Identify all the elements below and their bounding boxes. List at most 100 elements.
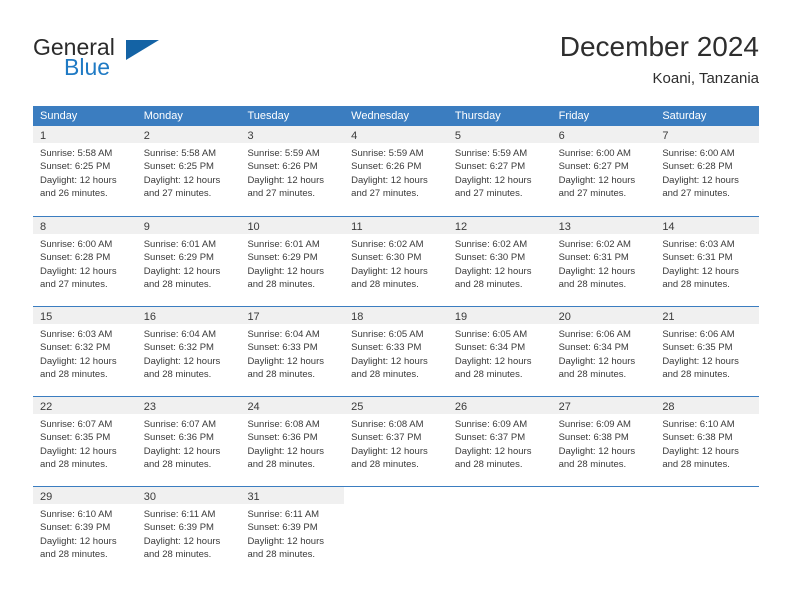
day-details: Sunrise: 6:06 AM Sunset: 6:35 PM Daylight:… bbox=[655, 324, 759, 382]
day-details: Sunrise: 6:02 AM Sunset: 6:31 PM Daylight:… bbox=[552, 234, 656, 292]
day-detail-line: Sunset: 6:32 PM bbox=[143, 342, 214, 354]
day-detail-line: Sunrise: 5:59 AM bbox=[454, 148, 528, 159]
day-number: 3 bbox=[247, 130, 254, 142]
week-row: 1 Sunrise: 5:58 AM Sunset: 6:25 PM Daylight… bbox=[33, 126, 760, 216]
day-number-band: 17 bbox=[240, 307, 345, 324]
day-number: 19 bbox=[454, 311, 468, 323]
day-cell[interactable]: 7 Sunrise: 6:00 AM Sunset: 6:28 PM Daylight… bbox=[655, 126, 760, 216]
day-cell[interactable]: 19 Sunrise: 6:05 AM Sunset: 6:34 PM Dayligh… bbox=[447, 307, 552, 396]
day-details: Sunrise: 5:58 AM Sunset: 6:25 PM Daylight:… bbox=[137, 143, 241, 201]
day-cell[interactable]: 13 Sunrise: 6:02 AM Sunset: 6:31 PM Dayligh… bbox=[551, 217, 656, 306]
day-detail-line: and 28 minutes. bbox=[454, 459, 523, 471]
day-detail-line: Sunrise: 6:02 AM bbox=[454, 239, 528, 250]
day-details: Sunrise: 6:02 AM Sunset: 6:30 PM Daylight:… bbox=[344, 234, 448, 292]
day-cell[interactable]: 2 Sunrise: 5:58 AM Sunset: 6:25 PM Daylight… bbox=[136, 126, 241, 216]
day-detail-line: and 28 minutes. bbox=[662, 459, 730, 471]
day-cell[interactable]: 12 Sunrise: 6:02 AM Sunset: 6:30 PM Dayligh… bbox=[447, 217, 552, 306]
day-number: 31 bbox=[247, 491, 260, 503]
day-number-band: 18 bbox=[344, 307, 448, 324]
day-detail-line: and 28 minutes. bbox=[351, 279, 419, 291]
day-detail-line: Sunset: 6:36 PM bbox=[247, 432, 318, 444]
day-number: 7 bbox=[662, 130, 669, 142]
day-detail-line: and 28 minutes. bbox=[454, 369, 523, 381]
day-detail-line: and 27 minutes. bbox=[351, 188, 419, 200]
day-details: Sunrise: 6:06 AM Sunset: 6:34 PM Daylight:… bbox=[552, 324, 656, 382]
day-cell[interactable]: 14 Sunrise: 6:03 AM Sunset: 6:31 PM Dayligh… bbox=[655, 217, 760, 306]
day-number: 11 bbox=[351, 221, 363, 233]
day-cell[interactable]: 18 Sunrise: 6:05 AM Sunset: 6:33 PM Dayligh… bbox=[344, 307, 448, 396]
day-number: 12 bbox=[454, 221, 468, 233]
day-cell-empty bbox=[655, 487, 759, 576]
day-cell[interactable]: 11 Sunrise: 6:02 AM Sunset: 6:30 PM Dayligh… bbox=[344, 217, 448, 306]
day-detail-line: Daylight: 12 hours bbox=[351, 445, 428, 457]
day-number: 24 bbox=[247, 401, 260, 413]
day-detail-line: Sunrise: 6:05 AM bbox=[351, 329, 424, 340]
weekday-header-wednesday: Wednesday bbox=[351, 110, 410, 122]
day-number: 30 bbox=[143, 491, 156, 503]
day-detail-line: Sunrise: 6:11 AM bbox=[247, 509, 320, 520]
day-detail-line: Sunrise: 6:02 AM bbox=[351, 239, 424, 250]
day-cell[interactable]: 15 Sunrise: 6:03 AM Sunset: 6:32 PM Dayligh… bbox=[33, 307, 137, 396]
day-cell[interactable]: 17 Sunrise: 6:04 AM Sunset: 6:33 PM Dayligh… bbox=[240, 307, 345, 396]
day-cell[interactable]: 30 Sunrise: 6:11 AM Sunset: 6:39 PM Dayligh… bbox=[136, 487, 241, 576]
day-details: Sunrise: 6:10 AM Sunset: 6:38 PM Daylight:… bbox=[655, 414, 759, 472]
day-detail-line: and 27 minutes. bbox=[143, 188, 212, 200]
day-cell[interactable]: 28 Sunrise: 6:10 AM Sunset: 6:38 PM Dayligh… bbox=[655, 397, 760, 486]
day-detail-line: Sunset: 6:25 PM bbox=[143, 161, 214, 173]
day-details: Sunrise: 6:08 AM Sunset: 6:36 PM Daylight:… bbox=[240, 414, 344, 472]
page-header: General Blue December 2024 Koani, Tanzan… bbox=[33, 30, 759, 95]
day-detail-line: Sunrise: 6:03 AM bbox=[40, 329, 113, 340]
day-detail-line: Sunrise: 6:10 AM bbox=[662, 419, 735, 430]
day-detail-line: and 28 minutes. bbox=[558, 279, 627, 291]
day-cell[interactable]: 10 Sunrise: 6:01 AM Sunset: 6:29 PM Dayligh… bbox=[240, 217, 345, 306]
day-detail-line: Daylight: 12 hours bbox=[143, 355, 221, 367]
day-cell[interactable]: 27 Sunrise: 6:09 AM Sunset: 6:38 PM Dayligh… bbox=[551, 397, 656, 486]
day-cell[interactable]: 16 Sunrise: 6:04 AM Sunset: 6:32 PM Dayligh… bbox=[136, 307, 241, 396]
day-cell[interactable]: 1 Sunrise: 5:58 AM Sunset: 6:25 PM Daylight… bbox=[33, 126, 137, 216]
day-detail-line: and 28 minutes. bbox=[351, 459, 419, 471]
day-cell[interactable]: 21 Sunrise: 6:06 AM Sunset: 6:35 PM Dayligh… bbox=[655, 307, 760, 396]
day-detail-line: Daylight: 12 hours bbox=[662, 174, 739, 186]
day-number-band: 16 bbox=[136, 307, 241, 324]
day-cell[interactable]: 6 Sunrise: 6:00 AM Sunset: 6:27 PM Daylight… bbox=[551, 126, 656, 216]
day-cell[interactable]: 29 Sunrise: 6:10 AM Sunset: 6:39 PM Dayligh… bbox=[33, 487, 137, 576]
day-detail-line: Daylight: 12 hours bbox=[662, 265, 739, 277]
day-detail-line: Sunset: 6:30 PM bbox=[351, 252, 422, 264]
day-cell[interactable]: 26 Sunrise: 6:09 AM Sunset: 6:37 PM Dayligh… bbox=[447, 397, 552, 486]
day-detail-line: Sunset: 6:32 PM bbox=[40, 342, 111, 354]
day-details: Sunrise: 6:02 AM Sunset: 6:30 PM Daylight:… bbox=[448, 234, 552, 292]
day-details: Sunrise: 6:04 AM Sunset: 6:33 PM Daylight:… bbox=[240, 324, 344, 382]
day-detail-line: Daylight: 12 hours bbox=[247, 445, 325, 457]
day-detail-line: Sunset: 6:26 PM bbox=[351, 161, 422, 173]
day-cell[interactable]: 4 Sunrise: 5:59 AM Sunset: 6:26 PM Daylight… bbox=[344, 126, 448, 216]
day-number-band: 20 bbox=[551, 307, 656, 324]
day-detail-line: Daylight: 12 hours bbox=[247, 265, 325, 277]
day-details: Sunrise: 6:03 AM Sunset: 6:31 PM Daylight:… bbox=[655, 234, 759, 292]
day-cell[interactable]: 8 Sunrise: 6:00 AM Sunset: 6:28 PM Daylight… bbox=[33, 217, 137, 306]
day-detail-line: and 28 minutes. bbox=[247, 279, 316, 291]
day-number-band: 9 bbox=[136, 217, 241, 234]
day-cell[interactable]: 23 Sunrise: 6:07 AM Sunset: 6:36 PM Dayligh… bbox=[136, 397, 241, 486]
day-number-band: 30 bbox=[136, 487, 241, 504]
day-cell[interactable]: 22 Sunrise: 6:07 AM Sunset: 6:35 PM Dayligh… bbox=[33, 397, 137, 486]
day-cell[interactable]: 24 Sunrise: 6:08 AM Sunset: 6:36 PM Dayligh… bbox=[240, 397, 345, 486]
day-number: 4 bbox=[351, 130, 358, 142]
day-detail-line: Sunrise: 6:04 AM bbox=[247, 329, 320, 340]
brand-name-blue: Blue bbox=[64, 54, 111, 80]
weekday-header-sunday: Sunday bbox=[40, 110, 78, 122]
day-cell[interactable]: 5 Sunrise: 5:59 AM Sunset: 6:27 PM Daylight… bbox=[447, 126, 552, 216]
day-cell[interactable]: 3 Sunrise: 5:59 AM Sunset: 6:26 PM Daylight… bbox=[240, 126, 345, 216]
day-number-band: 8 bbox=[33, 217, 137, 234]
title-block: December 2024 Koani, Tanzania bbox=[560, 30, 759, 90]
day-detail-line: Daylight: 12 hours bbox=[143, 445, 221, 457]
day-cell[interactable]: 25 Sunrise: 6:08 AM Sunset: 6:37 PM Dayligh… bbox=[344, 397, 448, 486]
day-number-band: 4 bbox=[344, 126, 448, 143]
day-cell[interactable]: 9 Sunrise: 6:01 AM Sunset: 6:29 PM Daylight… bbox=[136, 217, 241, 306]
day-cell-empty bbox=[552, 487, 656, 576]
day-detail-line: Sunrise: 6:10 AM bbox=[40, 509, 113, 520]
week-row: 15 Sunrise: 6:03 AM Sunset: 6:32 PM Dayligh… bbox=[33, 306, 760, 396]
day-cell[interactable]: 31 Sunrise: 6:11 AM Sunset: 6:39 PM Dayligh… bbox=[240, 487, 345, 576]
brand-logo[interactable]: General Blue bbox=[33, 34, 243, 86]
day-cell[interactable]: 20 Sunrise: 6:06 AM Sunset: 6:34 PM Dayligh… bbox=[551, 307, 656, 396]
day-detail-line: Sunset: 6:39 PM bbox=[143, 522, 214, 534]
